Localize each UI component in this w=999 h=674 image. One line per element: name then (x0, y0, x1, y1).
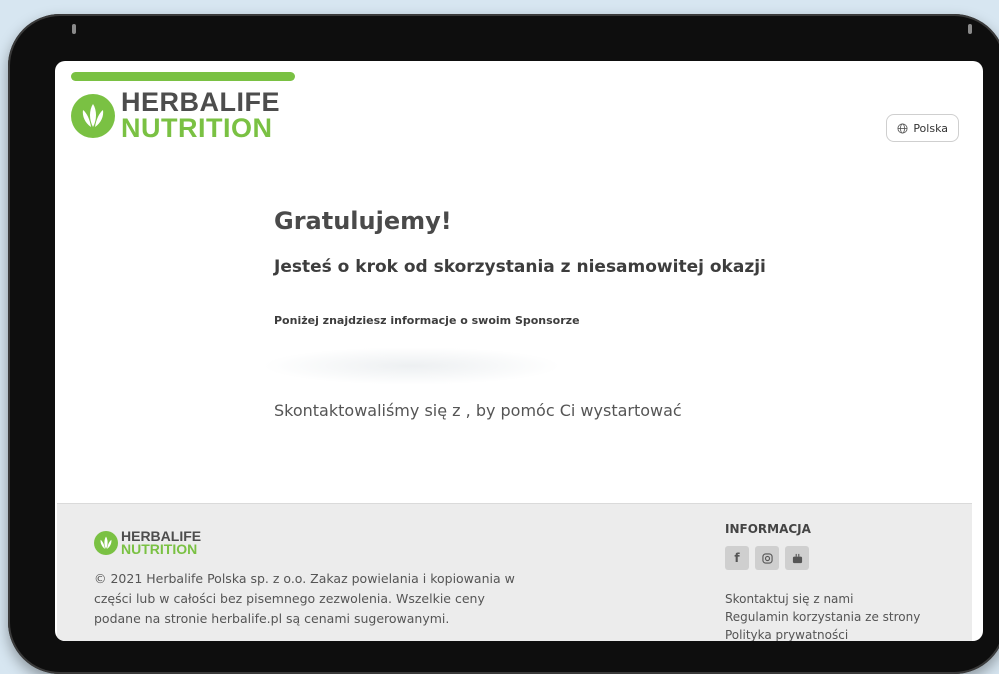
link-contact[interactable]: Skontaktuj się z nami (725, 590, 920, 608)
contact-message: Skontaktowaliśmy się z , by pomóc Ci wys… (274, 401, 682, 420)
logo-text-herbalife: HERBALIFE (121, 87, 280, 117)
instagram-icon[interactable] (755, 546, 779, 570)
logo-text-nutrition: NUTRITION (121, 112, 273, 143)
sponsor-placeholder (262, 347, 562, 385)
sponsor-info-heading: Poniżej znajdziesz informacje o swoim Sp… (274, 314, 580, 327)
footer-logo-nutrition: NUTRITION (121, 541, 198, 558)
social-links: f (725, 546, 809, 570)
language-selector[interactable]: Polska (886, 114, 959, 142)
info-heading: INFORMACJA (725, 522, 811, 536)
leaf-icon (71, 93, 115, 138)
footer-logo[interactable]: HERBALIFE NUTRITION (94, 529, 201, 558)
footer-links: Skontaktuj się z nami Regulamin korzysta… (725, 590, 920, 641)
hardware-button (968, 24, 972, 34)
main-content: Gratulujemy! Jesteś o krok od skorzystan… (262, 207, 874, 420)
facebook-icon[interactable]: f (725, 546, 749, 570)
page-title: Gratulujemy! (274, 207, 452, 235)
link-terms[interactable]: Regulamin korzystania ze strony (725, 608, 920, 626)
copyright-text: © 2021 Herbalife Polska sp. z o.o. Zakaz… (94, 571, 515, 626)
link-privacy[interactable]: Polityka prywatności (725, 626, 920, 641)
language-label: Polska (913, 121, 948, 135)
tablet-frame: HERBALIFE NUTRITION Polska Gratulujemy! … (8, 14, 999, 674)
browser-screen: HERBALIFE NUTRITION Polska Gratulujemy! … (55, 61, 983, 641)
footer: HERBALIFE NUTRITION © 2021 Herbalife Pol… (57, 503, 972, 641)
logo-accent-bar (71, 72, 295, 81)
hardware-button (72, 24, 76, 34)
youtube-icon[interactable] (785, 546, 809, 570)
herbalife-logo[interactable]: HERBALIFE NUTRITION (71, 87, 280, 143)
globe-icon (897, 123, 908, 133)
leaf-icon (94, 531, 118, 556)
page-subtitle: Jesteś o krok od skorzystania z niesamow… (274, 257, 766, 277)
